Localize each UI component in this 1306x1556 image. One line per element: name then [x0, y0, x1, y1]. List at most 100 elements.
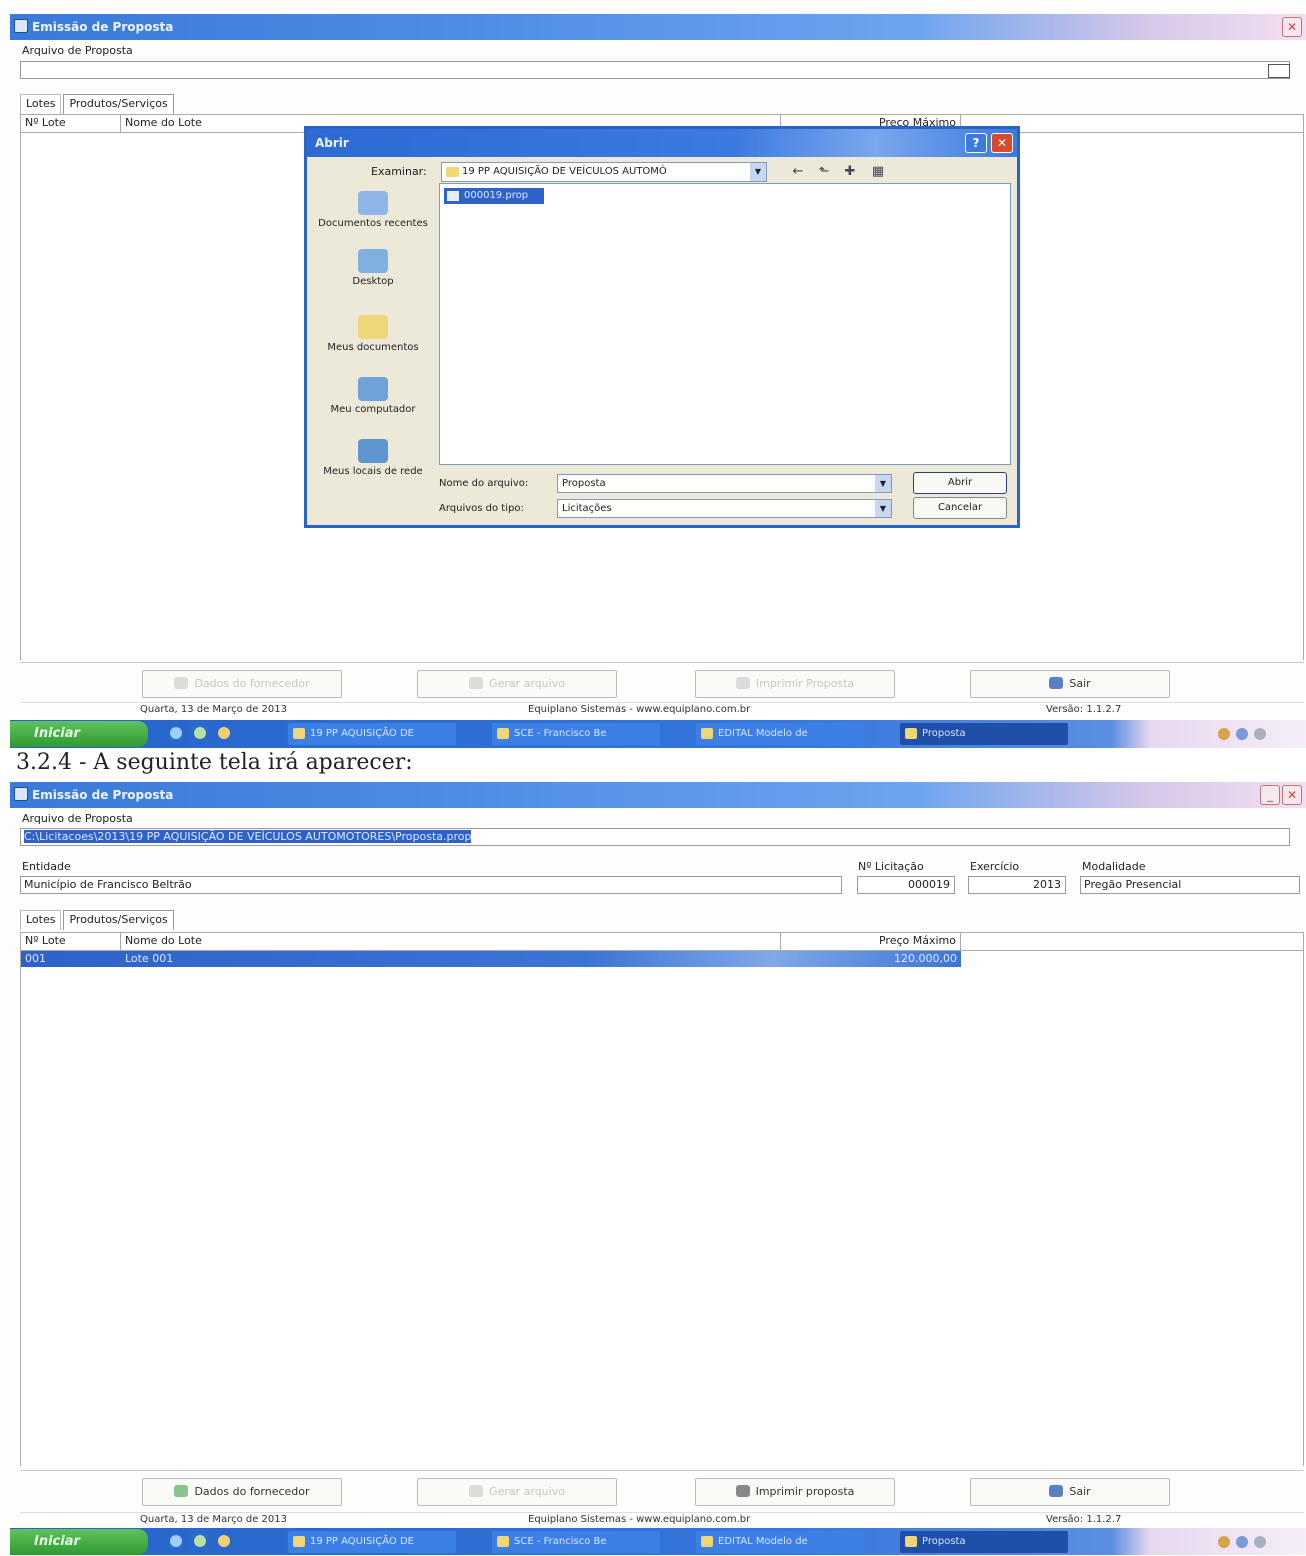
action-bar: Dados do fornecedor Gerar arquivo Imprim… — [20, 662, 1304, 702]
task-item-proposta[interactable]: Proposta — [900, 1531, 1068, 1553]
cell-lote: 001 — [25, 952, 46, 965]
status-bar: Quarta, 13 de Março de 2013 Equiplano Si… — [20, 702, 1304, 719]
modalidade-field: Pregão Presencial — [1080, 876, 1300, 894]
exercicio-field: 2013 — [968, 876, 1066, 894]
action-bar: Dados do fornecedor Gerar arquivo Imprim… — [20, 1470, 1304, 1510]
task-item-folder[interactable]: 19 PP AQUISIÇÃO DE — [288, 723, 456, 745]
new-folder-icon[interactable]: ✚ — [841, 164, 859, 180]
app-icon — [14, 787, 28, 801]
cancel-button[interactable]: Cancelar — [913, 497, 1007, 519]
bottom-screenshot: Emissão de Proposta _ ✕ Arquivo de Propo… — [0, 780, 1306, 1555]
my-computer-icon — [358, 377, 388, 401]
sair-button[interactable]: Sair — [970, 1478, 1170, 1506]
col-header-lote[interactable]: Nº Lote — [21, 115, 121, 132]
table-row[interactable]: 001 Lote 001 120.000,00 — [21, 951, 961, 967]
file-label: Arquivo de Proposta — [22, 44, 133, 57]
up-folder-icon[interactable]: ⬑ — [815, 164, 833, 180]
close-icon[interactable]: ✕ — [1282, 17, 1302, 37]
quicklaunch-icon-1[interactable] — [170, 727, 182, 739]
place-recent[interactable]: Documentos recentes — [313, 191, 433, 229]
grid-header: Nº Lote Nome do Lote Preço Máximo — [21, 933, 1303, 951]
task-item-sce[interactable]: SCE - Francisco Be — [492, 1531, 660, 1553]
place-desktop[interactable]: Desktop — [313, 249, 433, 287]
tray-icon-2[interactable] — [1236, 1536, 1248, 1548]
gerar-arquivo-button[interactable]: Gerar arquivo — [417, 1478, 617, 1506]
quicklaunch-icon-2[interactable] — [194, 727, 206, 739]
filetype-label: Arquivos do tipo: — [439, 503, 524, 514]
exit-icon — [1049, 677, 1064, 689]
tray-icon-3[interactable] — [1254, 728, 1266, 740]
chevron-down-icon[interactable]: ▼ — [875, 475, 891, 492]
view-menu-icon[interactable]: ▦ — [869, 164, 887, 180]
tray-icon-3[interactable] — [1254, 1536, 1266, 1548]
quicklaunch-icon-2[interactable] — [194, 1535, 206, 1547]
lookin-value: 19 PP AQUISIÇÃO DE VEÍCULOS AUTOMÓ — [462, 166, 667, 177]
task-item-folder[interactable]: 19 PP AQUISIÇÃO DE — [288, 1531, 456, 1553]
lookin-label: Examinar: — [371, 165, 427, 178]
task-item-proposta[interactable]: Proposta — [900, 723, 1068, 745]
lookin-combo[interactable]: 19 PP AQUISIÇÃO DE VEÍCULOS AUTOMÓ ▼ — [441, 162, 767, 182]
open-button[interactable]: Abrir — [913, 472, 1007, 494]
tab-produtos-servicos[interactable]: Produtos/Serviços — [63, 94, 174, 114]
dados-fornecedor-button[interactable]: Dados do fornecedor — [142, 1478, 342, 1506]
status-date: Quarta, 13 de Março de 2013 — [140, 1514, 288, 1525]
exercicio-label: Exercício — [970, 860, 1020, 873]
status-company: Equiplano Sistemas - www.equiplano.com.b… — [528, 704, 751, 715]
task-item-edital[interactable]: EDITAL Modelo de — [696, 723, 864, 745]
tray-icon-1[interactable] — [1218, 728, 1230, 740]
close-icon[interactable]: ✕ — [1282, 785, 1302, 805]
cell-preco: 120.000,00 — [894, 952, 957, 965]
entidade-label: Entidade — [22, 860, 71, 873]
supplier-icon — [174, 1485, 189, 1497]
file-item[interactable]: 000019.prop — [444, 188, 544, 204]
file-path-input[interactable] — [20, 61, 1290, 79]
minimize-icon[interactable]: _ — [1260, 785, 1280, 805]
file-path-input[interactable]: C:\Licitacoes\2013\19 PP AQUISIÇÃO DE VE… — [20, 828, 1290, 846]
quicklaunch-icon-3[interactable] — [218, 727, 230, 739]
window-titlebar: Emissão de Proposta _ ✕ — [10, 782, 1306, 808]
supplier-icon — [174, 677, 189, 689]
filetype-select[interactable]: Licitações ▼ — [557, 499, 892, 518]
col-header-nome[interactable]: Nome do Lote — [121, 933, 781, 950]
quicklaunch-icon-3[interactable] — [218, 1535, 230, 1547]
imprimir-proposta-button[interactable]: Imprimir proposta — [695, 1478, 895, 1506]
quicklaunch-icon-1[interactable] — [170, 1535, 182, 1547]
dados-fornecedor-button[interactable]: Dados do fornecedor — [142, 670, 342, 698]
licitacao-label: Nº Licitação — [858, 860, 924, 873]
imprimir-proposta-button[interactable]: Imprimir Proposta — [695, 670, 895, 698]
cell-nome: Lote 001 — [125, 952, 174, 965]
tray-icon-2[interactable] — [1236, 728, 1248, 740]
start-button[interactable]: Iniciar — [10, 721, 148, 747]
chevron-down-icon[interactable]: ▼ — [750, 163, 766, 181]
window-title: Emissão de Proposta — [32, 788, 174, 802]
status-version: Versão: 1.1.2.7 — [1046, 704, 1122, 715]
filename-input[interactable]: Proposta ▼ — [557, 474, 892, 493]
desktop-icon — [358, 249, 388, 273]
col-header-preco[interactable]: Preço Máximo — [781, 933, 961, 950]
sair-button[interactable]: Sair — [970, 670, 1170, 698]
start-button[interactable]: Iniciar — [10, 1529, 148, 1555]
status-company: Equiplano Sistemas - www.equiplano.com.b… — [528, 1514, 751, 1525]
tab-lotes[interactable]: Lotes — [20, 94, 62, 114]
status-bar: Quarta, 13 de Março de 2013 Equiplano Si… — [20, 1512, 1304, 1529]
gerar-arquivo-button[interactable]: Gerar arquivo — [417, 670, 617, 698]
col-header-lote[interactable]: Nº Lote — [21, 933, 121, 950]
chevron-down-icon[interactable]: ▼ — [875, 500, 891, 517]
system-tray — [1176, 720, 1306, 748]
tab-produtos-servicos[interactable]: Produtos/Serviços — [63, 910, 174, 930]
task-item-edital[interactable]: EDITAL Modelo de — [696, 1531, 864, 1553]
file-list[interactable]: 000019.prop — [439, 183, 1011, 465]
browse-button[interactable] — [1268, 64, 1290, 78]
tray-icon-1[interactable] — [1218, 1536, 1230, 1548]
file-label: Arquivo de Proposta — [22, 812, 133, 825]
my-documents-icon — [358, 315, 388, 339]
place-my-documents[interactable]: Meus documentos — [313, 315, 433, 353]
task-item-sce[interactable]: SCE - Francisco Be — [492, 723, 660, 745]
close-icon[interactable]: ✕ — [991, 133, 1013, 153]
tab-lotes[interactable]: Lotes — [20, 910, 62, 930]
back-icon[interactable]: ← — [789, 164, 807, 180]
help-icon[interactable]: ? — [965, 133, 987, 153]
place-network[interactable]: Meus locais de rede — [313, 439, 433, 477]
place-my-computer[interactable]: Meu computador — [313, 377, 433, 415]
dialog-titlebar: Abrir ? ✕ — [307, 129, 1017, 157]
